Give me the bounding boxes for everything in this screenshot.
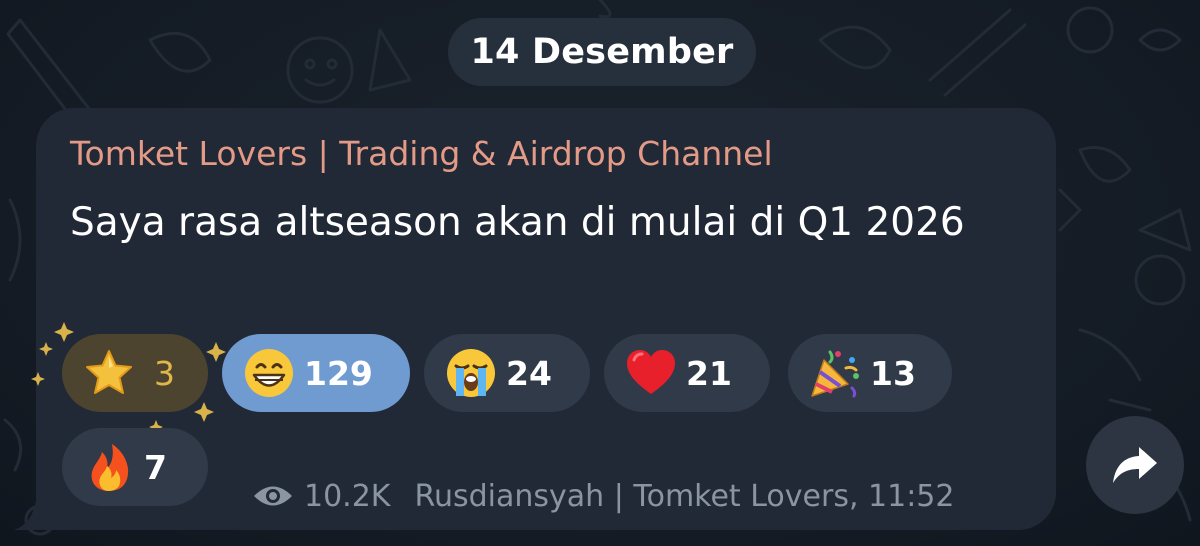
- reaction-count: 129: [304, 353, 373, 393]
- view-count: 10.2K: [304, 478, 391, 514]
- reaction-party-button[interactable]: 13: [788, 334, 952, 412]
- reaction-heart-button[interactable]: 21: [604, 334, 770, 412]
- signature-time: Rusdiansyah | Tomket Lovers, 11:52: [414, 478, 955, 514]
- grinning-face-icon: [245, 349, 293, 397]
- reaction-crying-button[interactable]: 24: [424, 334, 590, 412]
- reaction-grinning-button[interactable]: 129: [222, 334, 410, 412]
- channel-name[interactable]: Tomket Lovers | Trading & Airdrop Channe…: [70, 134, 773, 173]
- share-button[interactable]: [1086, 416, 1184, 514]
- reaction-fire-button[interactable]: 7: [62, 428, 208, 506]
- date-separator: 14 Desember: [448, 18, 756, 86]
- eye-icon: [254, 486, 292, 506]
- message-meta: 10.2K Rusdiansyah | Tomket Lovers, 11:52: [252, 474, 954, 518]
- chat-background: 14 Desember Tomket Lovers | Trading & Ai…: [0, 0, 1200, 546]
- reaction-count: 7: [144, 447, 167, 487]
- reaction-star-button[interactable]: 3: [62, 334, 208, 412]
- party-popper-icon: [811, 350, 859, 398]
- message-text: Saya rasa altseason akan di mulai di Q1 …: [70, 200, 965, 245]
- fire-icon: [91, 444, 129, 491]
- loudly-crying-face-icon: [447, 349, 495, 397]
- reaction-count: 21: [686, 353, 732, 393]
- reaction-count: 3: [154, 353, 175, 393]
- forward-arrow-icon: [1113, 447, 1157, 483]
- red-heart-icon: [627, 350, 675, 394]
- reaction-count: 13: [870, 353, 916, 393]
- star-icon: [86, 350, 132, 394]
- reaction-count: 24: [506, 353, 552, 393]
